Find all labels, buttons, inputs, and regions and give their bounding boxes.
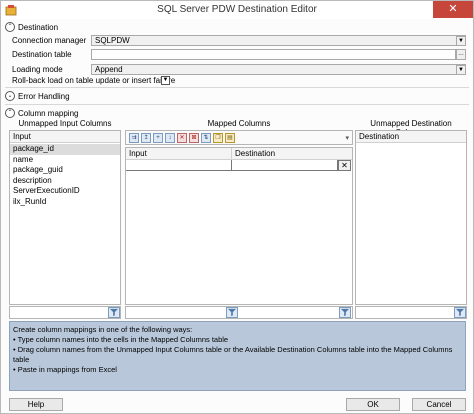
filter-icon[interactable] — [108, 307, 120, 318]
mapped-columns-toolbar: ⇉ ↥ + ↕ ✕ ⊠ ⇅ ❐ ▤ ▾ — [125, 130, 353, 145]
destination-section-header[interactable]: ⌃ Destination — [5, 21, 58, 33]
divider — [5, 104, 469, 105]
mapped-destination-column-header[interactable]: Destination — [232, 148, 352, 160]
paste-icon[interactable]: ▤ — [225, 132, 235, 143]
unmapped-destination-pane: Destination — [355, 130, 467, 305]
info-line: Create column mappings in one of the fol… — [13, 325, 193, 334]
info-line: • Type column names into the cells in th… — [13, 335, 229, 344]
toolbar-overflow-icon[interactable]: ▾ — [345, 134, 349, 142]
chevron-up-icon[interactable]: ⌃ — [5, 22, 15, 32]
map-all-icon[interactable]: ⇉ — [129, 132, 139, 143]
mapped-columns-grid: Input Destination ✕ — [125, 147, 353, 305]
list-item[interactable]: package_guid — [10, 165, 120, 176]
connection-manager-select[interactable]: SQLPDW — [91, 35, 466, 46]
mapped-filter-bar — [125, 306, 353, 319]
info-line: • Drag column names from the Unmapped In… — [13, 345, 453, 364]
loading-mode-select[interactable]: Append — [91, 64, 466, 75]
list-item[interactable]: package_id — [10, 144, 120, 155]
chevron-down-icon[interactable]: ▼ — [456, 64, 466, 75]
error-handling-section-header[interactable]: ⌄ Error Handling — [5, 90, 70, 102]
ok-button[interactable]: OK — [346, 398, 400, 411]
filter-icon[interactable] — [454, 307, 466, 318]
filter-icon[interactable] — [339, 307, 351, 318]
info-line: • Paste in mappings from Excel — [13, 365, 117, 374]
list-item[interactable]: name — [10, 155, 120, 166]
editor-window: SQL Server PDW Destination Editor ✕ ⌃ De… — [0, 0, 474, 414]
mapped-input-cell[interactable] — [126, 160, 232, 171]
unmapped-input-list: package_id name package_guid description… — [10, 144, 120, 207]
insert-row-icon[interactable]: ↥ — [141, 132, 151, 143]
column-mapping-section-label: Column mapping — [18, 108, 79, 118]
delete-mapping-icon[interactable]: ✕ — [338, 160, 351, 171]
mapped-columns-title: Mapped Columns — [207, 119, 271, 128]
close-button[interactable]: ✕ — [433, 1, 473, 18]
sort-icon[interactable]: ⇅ — [201, 132, 211, 143]
unmapped-destination-header[interactable]: Destination — [356, 131, 466, 143]
chevron-down-icon[interactable]: ⌄ — [5, 91, 15, 101]
divider — [5, 87, 469, 88]
delete-row-icon[interactable]: ✕ — [177, 132, 187, 143]
title-bar: SQL Server PDW Destination Editor ✕ — [1, 1, 473, 19]
unmapped-input-title: Unmapped Input Columns — [18, 119, 112, 128]
chevron-up-icon[interactable]: ⌃ — [5, 108, 15, 118]
destination-table-label: Destination table — [12, 50, 72, 59]
loading-mode-label: Loading mode — [12, 65, 63, 74]
list-item[interactable]: ilx_RunId — [10, 197, 120, 208]
move-row-icon[interactable]: ↕ — [165, 132, 175, 143]
connection-manager-label: Connection manager — [12, 36, 87, 45]
destination-section-label: Destination — [18, 22, 59, 32]
rollback-label: Roll-back load on table update or insert… — [12, 76, 176, 85]
destination-table-input[interactable] — [91, 49, 456, 60]
unmapped-destination-filter-bar — [355, 306, 467, 319]
browse-button[interactable]: … — [456, 49, 466, 60]
add-row-icon[interactable]: + — [153, 132, 163, 143]
unmapped-input-filter-bar — [9, 306, 121, 319]
filter-icon[interactable] — [226, 307, 238, 318]
copy-icon[interactable]: ❐ — [213, 132, 223, 143]
window-title: SQL Server PDW Destination Editor — [157, 4, 317, 15]
list-item[interactable]: ServerExecutionID — [10, 186, 120, 197]
unmapped-input-header[interactable]: Input — [10, 131, 120, 143]
cancel-button[interactable]: Cancel — [412, 398, 466, 411]
help-button[interactable]: Help — [9, 398, 63, 411]
mapped-input-column-header[interactable]: Input — [126, 148, 232, 160]
chevron-down-icon[interactable]: ▼ — [161, 76, 170, 85]
column-mapping-section-header[interactable]: ⌃ Column mapping — [5, 107, 78, 119]
list-item[interactable]: description — [10, 176, 120, 187]
unmapped-input-pane: Input package_id name package_guid descr… — [9, 130, 121, 305]
delete-all-icon[interactable]: ⊠ — [189, 132, 199, 143]
info-panel: Create column mappings in one of the fol… — [9, 321, 466, 391]
mapped-destination-cell[interactable] — [232, 160, 338, 171]
chevron-down-icon[interactable]: ▼ — [456, 35, 466, 46]
error-handling-section-label: Error Handling — [18, 91, 70, 101]
